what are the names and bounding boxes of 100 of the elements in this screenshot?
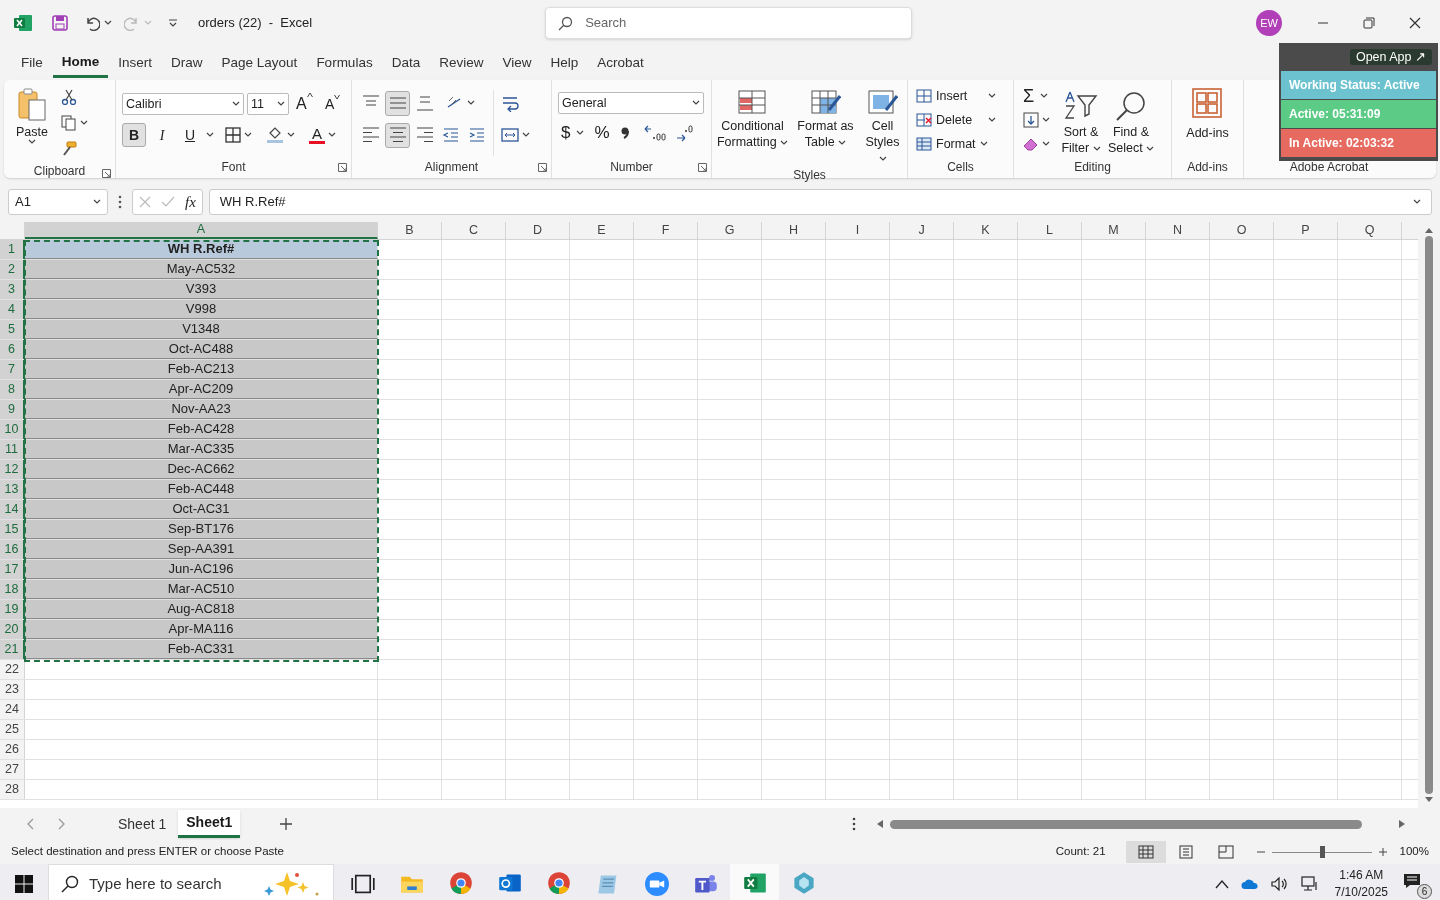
row-header[interactable]: 21: [0, 640, 25, 659]
row-header[interactable]: 1: [0, 240, 25, 259]
number-format-dropdown[interactable]: General: [558, 92, 704, 114]
dialog-launcher-button[interactable]: [538, 163, 547, 172]
column-header[interactable]: L: [1018, 222, 1082, 239]
ribbon-tab[interactable]: Formulas: [307, 48, 382, 78]
row-header[interactable]: 23: [0, 680, 25, 699]
column-header[interactable]: G: [698, 222, 762, 239]
italic-button[interactable]: I: [150, 123, 174, 147]
search-field[interactable]: Search: [545, 7, 913, 39]
ribbon-button[interactable]: Delete: [914, 109, 998, 131]
column-header[interactable]: J: [890, 222, 954, 239]
column-header[interactable]: F: [634, 222, 698, 239]
row-header[interactable]: 2: [0, 260, 25, 279]
row-header[interactable]: 25: [0, 720, 25, 739]
row-header[interactable]: 26: [0, 740, 25, 759]
row-header[interactable]: 17: [0, 560, 25, 579]
row-header[interactable]: 4: [0, 300, 25, 319]
row-header[interactable]: 9: [0, 400, 25, 419]
dialog-launcher-button[interactable]: [698, 163, 707, 172]
row-header[interactable]: 27: [0, 760, 25, 779]
ribbon-tab[interactable]: View: [493, 48, 541, 78]
ribbon-tab[interactable]: Home: [52, 48, 109, 78]
dialog-launcher-button[interactable]: [338, 163, 347, 172]
autosum-button[interactable]: Σ: [1020, 85, 1053, 107]
taskbar-search-field[interactable]: Type here to search: [48, 864, 334, 900]
restore-button[interactable]: [1362, 16, 1376, 30]
ribbon-tab[interactable]: Acrobat: [588, 48, 653, 78]
name-box[interactable]: A1: [8, 189, 108, 215]
row-header[interactable]: 28: [0, 780, 25, 799]
close-button[interactable]: [1408, 16, 1422, 30]
row-header[interactable]: 16: [0, 540, 25, 559]
row-header[interactable]: 22: [0, 660, 25, 679]
ribbon-tab[interactable]: Help: [541, 48, 588, 78]
ribbon-button[interactable]: Conditional Formatting: [712, 84, 793, 166]
ribbon-button[interactable]: Insert: [914, 85, 998, 107]
ribbon-button[interactable]: Format as Table: [794, 84, 857, 166]
clock-button[interactable]: 1:46 AM 7/10/2025: [1334, 867, 1388, 900]
align-center-button[interactable]: [385, 122, 410, 148]
column-header[interactable]: I: [826, 222, 890, 239]
ribbon-tab[interactable]: Insert: [109, 48, 162, 78]
column-header[interactable]: B: [378, 222, 442, 239]
row-header[interactable]: 10: [0, 420, 25, 439]
horizontal-scrollbar[interactable]: [876, 819, 1407, 829]
column-header[interactable]: M: [1082, 222, 1146, 239]
column-header[interactable]: O: [1210, 222, 1274, 239]
currency-button[interactable]: $: [558, 120, 588, 146]
cloud-button[interactable]: [1238, 878, 1261, 890]
zoom-slider[interactable]: [1271, 846, 1372, 858]
save-button[interactable]: [52, 15, 68, 31]
column-header[interactable]: K: [954, 222, 1018, 239]
column-header[interactable]: D: [506, 222, 570, 239]
shrink-font-button[interactable]: A: [325, 93, 347, 115]
notifications-button[interactable]: 6: [1402, 869, 1432, 899]
font-color-button[interactable]: A: [306, 126, 339, 144]
row-header[interactable]: 24: [0, 700, 25, 719]
ribbon-tab[interactable]: Review: [430, 48, 493, 78]
ribbon-button[interactable]: Cell Styles: [858, 84, 907, 166]
row-header[interactable]: 18: [0, 580, 25, 599]
sheet-tab[interactable]: Sheet 1: [110, 810, 175, 838]
formula-field[interactable]: WH R.Ref#: [208, 189, 1432, 215]
underline-button[interactable]: U: [178, 123, 202, 147]
column-header[interactable]: E: [570, 222, 634, 239]
column-header[interactable]: A: [25, 222, 378, 239]
undo-button[interactable]: [84, 15, 112, 31]
column-header[interactable]: P: [1274, 222, 1338, 239]
font-size-dropdown[interactable]: 11: [247, 93, 289, 115]
customize-button[interactable]: [168, 18, 178, 28]
column-header[interactable]: H: [762, 222, 826, 239]
row-header[interactable]: 11: [0, 440, 25, 459]
sheet-tab[interactable]: Sheet1: [178, 810, 241, 838]
ribbon-tab[interactable]: Page Layout: [212, 48, 307, 78]
row-header[interactable]: 7: [0, 360, 25, 379]
next-sheet-button[interactable]: [58, 818, 66, 830]
row-header[interactable]: 5: [0, 320, 25, 339]
column-header[interactable]: C: [442, 222, 506, 239]
add-ins-button[interactable]: Add-ins: [1186, 84, 1229, 156]
row-header[interactable]: 12: [0, 460, 25, 479]
grow-font-button[interactable]: A: [296, 92, 318, 116]
dialog-launcher-button[interactable]: [102, 169, 111, 178]
ribbon-button[interactable]: Sort & Filter: [1057, 84, 1105, 156]
insert-function-button[interactable]: fx: [185, 190, 196, 214]
ribbon-button[interactable]: Find & Select: [1105, 84, 1157, 156]
row-header[interactable]: 14: [0, 500, 25, 519]
add-sheet-button[interactable]: [280, 818, 293, 830]
zoom-in-button[interactable]: [1377, 847, 1388, 857]
normal-view-button[interactable]: [1125, 841, 1166, 863]
column-header[interactable]: N: [1146, 222, 1210, 239]
slider-thumb[interactable]: [1319, 846, 1325, 858]
bold-button[interactable]: B: [122, 123, 146, 147]
ribbon-tab[interactable]: File: [12, 48, 52, 78]
avatar[interactable]: EW: [1256, 10, 1282, 36]
row-header[interactable]: 15: [0, 520, 25, 539]
column-header[interactable]: Q: [1338, 222, 1402, 239]
row-header[interactable]: 6: [0, 340, 25, 359]
middle-align-button[interactable]: [385, 90, 410, 116]
percent-button[interactable]: %: [591, 120, 613, 146]
row-header[interactable]: 20: [0, 620, 25, 639]
ribbon-tab[interactable]: Data: [382, 48, 430, 78]
row-header[interactable]: 13: [0, 480, 25, 499]
